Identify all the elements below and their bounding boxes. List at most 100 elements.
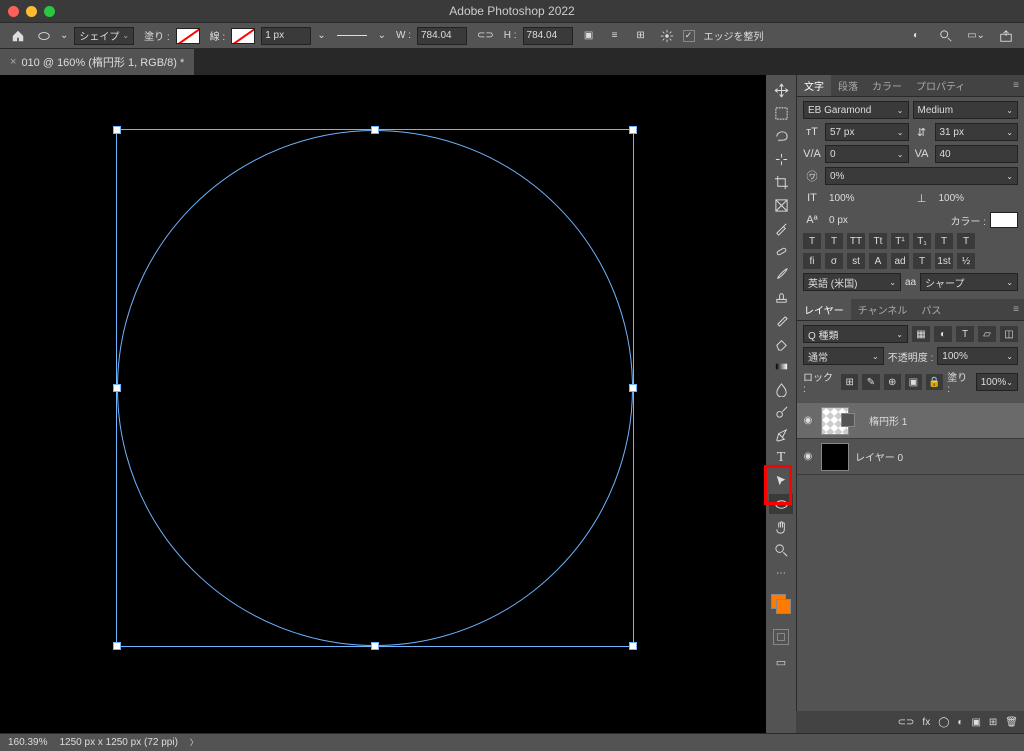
bold-button[interactable]: T (803, 233, 821, 249)
allcaps-button[interactable]: TT (847, 233, 865, 249)
smallcaps-button[interactable]: Tt (869, 233, 887, 249)
leading-field[interactable]: 31 px⌄ (935, 123, 1019, 141)
visibility-toggle[interactable]: ◉ (801, 415, 815, 426)
arrange-icon[interactable]: ⊞ (631, 27, 651, 45)
filter-shape-icon[interactable]: ▱ (978, 326, 996, 342)
search-icon[interactable] (936, 27, 956, 45)
ellipse-tool-icon[interactable] (34, 27, 54, 45)
subscript-button[interactable]: T₁ (913, 233, 931, 249)
strike-button[interactable]: T (957, 233, 975, 249)
align-icon[interactable]: ≡ (605, 27, 625, 45)
document-tab[interactable]: 010 @ 160% (楕円形 1, RGB/8) * (0, 49, 194, 75)
ellipse-path[interactable] (117, 130, 633, 646)
lock-all-icon[interactable]: 🔒 (926, 374, 943, 390)
cloud-icon[interactable]: ◐ (906, 27, 926, 45)
baseline-field[interactable]: 0 px (825, 211, 946, 229)
paragraph-tab[interactable]: 段落 (831, 75, 865, 96)
tracking-field[interactable]: 40 (935, 145, 1019, 163)
tsume-field[interactable]: 0%⌄ (825, 167, 1018, 185)
status-menu-icon[interactable]: 〉 (190, 737, 198, 748)
lasso-tool[interactable] (769, 126, 793, 146)
heal-tool[interactable] (769, 241, 793, 261)
layer-filter-dropdown[interactable]: Q 種類⌄ (803, 325, 908, 343)
layer-item[interactable]: ◉ レイヤー 0 (797, 439, 1024, 475)
opacity-field[interactable]: 100%⌄ (937, 347, 1018, 365)
adjustment-icon[interactable]: ◐ (957, 717, 963, 728)
ordinals-button[interactable]: 1st (935, 253, 953, 269)
chevron-down-icon[interactable]: ⌄ (317, 30, 325, 41)
stroke-swatch[interactable] (231, 28, 255, 44)
workspace-icon[interactable]: ▭⌄ (966, 27, 986, 45)
chevron-down-icon[interactable]: ⌄ (378, 30, 386, 41)
text-color-swatch[interactable] (990, 212, 1018, 228)
link-layers-icon[interactable]: ⊂⊃ (898, 717, 915, 728)
layer-thumbnail[interactable] (821, 443, 849, 471)
canvas[interactable] (0, 75, 766, 733)
blur-tool[interactable] (769, 379, 793, 399)
layer-name[interactable]: 楕円形 1 (869, 413, 907, 428)
superscript-button[interactable]: T¹ (891, 233, 909, 249)
italic-button[interactable]: T (825, 233, 843, 249)
zoom-level[interactable]: 160.39% (8, 737, 47, 748)
hscale-field[interactable]: 100% (935, 189, 1019, 207)
document-info[interactable]: 1250 px x 1250 px (72 ppi) (59, 737, 177, 748)
panel-menu-icon[interactable]: ≡ (1008, 299, 1024, 320)
link-wh-icon[interactable]: ⊂⊃ (477, 30, 494, 41)
layer-name[interactable]: レイヤー 0 (855, 449, 903, 464)
marquee-tool[interactable] (769, 103, 793, 123)
more-tools[interactable]: ⋯ (769, 563, 793, 583)
zoom-tool[interactable] (769, 540, 793, 560)
brush-tool[interactable] (769, 264, 793, 284)
screen-mode-toggle[interactable]: ▭ (776, 656, 786, 669)
paths-tab[interactable]: パス (914, 299, 948, 320)
pen-tool[interactable] (769, 425, 793, 445)
layers-tab[interactable]: レイヤー (797, 299, 851, 320)
wand-tool[interactable] (769, 149, 793, 169)
lock-transparency-icon[interactable]: ⊞ (841, 374, 858, 390)
gradient-tool[interactable] (769, 356, 793, 376)
add-mask-icon[interactable]: ◯ (938, 717, 949, 728)
hand-tool[interactable] (769, 517, 793, 537)
gear-icon[interactable] (657, 27, 677, 45)
font-family-dropdown[interactable]: EB Garamond⌄ (803, 101, 909, 119)
channels-tab[interactable]: チャンネル (851, 299, 915, 320)
quick-mask-toggle[interactable] (773, 629, 789, 645)
filter-type-icon[interactable]: T (956, 326, 974, 342)
filter-adj-icon[interactable]: ◐ (934, 326, 952, 342)
fractions-button[interactable]: ½ (957, 253, 975, 269)
path-ops-icon[interactable]: ▣ (579, 27, 599, 45)
frame-tool[interactable] (769, 195, 793, 215)
character-tab[interactable]: 文字 (797, 75, 831, 96)
lock-position-icon[interactable]: ⊕ (884, 374, 901, 390)
color-tab[interactable]: カラー (865, 75, 909, 96)
stamp-tool[interactable] (769, 287, 793, 307)
chevron-down-icon[interactable]: ⌄ (60, 30, 68, 41)
layer-fx-icon[interactable]: fx (922, 717, 930, 728)
stroke-style-dropdown[interactable] (332, 28, 372, 44)
visibility-toggle[interactable]: ◉ (801, 451, 815, 462)
eyedropper-tool[interactable] (769, 218, 793, 238)
width-field[interactable]: 784.04 (417, 27, 467, 45)
stroke-weight-field[interactable]: 1 px (261, 27, 311, 45)
kerning-field[interactable]: 0⌄ (825, 145, 909, 163)
underline-button[interactable]: T (935, 233, 953, 249)
titling-button[interactable]: T (913, 253, 931, 269)
new-group-icon[interactable]: ▣ (971, 717, 980, 728)
color-swatches[interactable] (771, 594, 791, 614)
swash-button[interactable]: A (869, 253, 887, 269)
move-tool[interactable] (769, 80, 793, 100)
history-brush-tool[interactable] (769, 310, 793, 330)
language-dropdown[interactable]: 英語 (米国)⌄ (803, 273, 901, 291)
ligatures-button[interactable]: fi (803, 253, 821, 269)
lock-artboard-icon[interactable]: ▣ (905, 374, 922, 390)
crop-tool[interactable] (769, 172, 793, 192)
new-layer-icon[interactable]: ⊞ (989, 717, 997, 728)
close-window[interactable] (8, 6, 19, 17)
share-icon[interactable] (996, 27, 1016, 45)
blend-mode-dropdown[interactable]: 通常⌄ (803, 347, 884, 365)
height-field[interactable]: 784.04 (523, 27, 573, 45)
properties-tab[interactable]: プロパティ (909, 75, 972, 96)
fill-swatch[interactable] (176, 28, 200, 44)
filter-pixel-icon[interactable]: ▦ (912, 326, 930, 342)
eraser-tool[interactable] (769, 333, 793, 353)
